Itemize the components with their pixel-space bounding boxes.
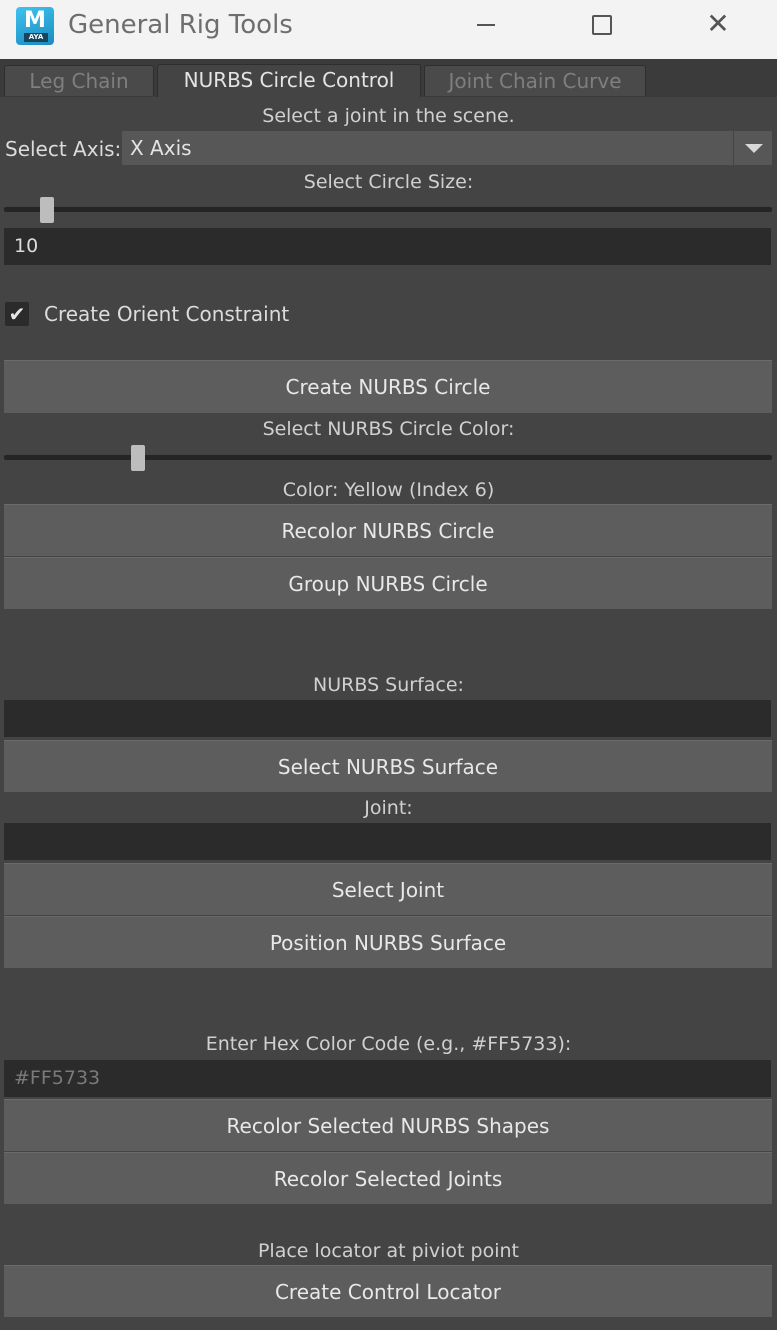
select-nurbs-surface-button[interactable]: Select NURBS Surface — [4, 740, 772, 792]
window-title: General Rig Tools — [68, 10, 293, 40]
circle-color-label: Select NURBS Circle Color: — [262, 418, 515, 440]
minimize-button[interactable] — [456, 0, 516, 50]
position-nurbs-surface-button[interactable]: Position NURBS Surface — [4, 916, 772, 968]
app-icon-badge: AYA — [24, 33, 48, 42]
circle-color-slider[interactable] — [4, 455, 772, 460]
hex-color-field[interactable]: #FF5733 — [4, 1060, 771, 1097]
circle-color-slider-handle[interactable] — [131, 445, 145, 471]
circle-size-slider-handle[interactable] — [40, 197, 54, 223]
orient-constraint-checkbox[interactable]: ✔ — [5, 302, 29, 326]
locator-label: Place locator at piviot point — [257, 1240, 520, 1262]
circle-size-slider[interactable] — [4, 207, 772, 212]
recolor-nurbs-circle-button[interactable]: Recolor NURBS Circle — [4, 504, 772, 556]
instruction-label: Select a joint in the scene. — [262, 105, 515, 127]
hex-color-label: Enter Hex Color Code (e.g., #FF5733): — [205, 1033, 572, 1055]
app-icon-letter: M — [24, 8, 46, 33]
axis-dropdown-value: X Axis — [130, 136, 192, 160]
title-bar: M AYA General Rig Tools ✕ — [0, 0, 777, 59]
maximize-button[interactable] — [571, 0, 631, 50]
nurbs-surface-field[interactable] — [4, 700, 771, 737]
group-nurbs-circle-button[interactable]: Group NURBS Circle — [4, 557, 772, 609]
create-control-locator-button[interactable]: Create Control Locator — [4, 1265, 772, 1317]
tab-strip: Leg Chain NURBS Circle Control Joint Cha… — [0, 59, 777, 97]
color-status-label: Color: Yellow (Index 6) — [282, 479, 495, 501]
close-button[interactable]: ✕ — [688, 0, 748, 50]
minimize-icon — [477, 24, 495, 26]
close-icon: ✕ — [706, 7, 730, 40]
axis-dropdown[interactable]: X Axis — [122, 131, 772, 165]
select-joint-button[interactable]: Select Joint — [4, 863, 772, 915]
circle-size-label: Select Circle Size: — [303, 171, 474, 193]
nurbs-surface-label: NURBS Surface: — [313, 674, 464, 696]
tab-leg-chain[interactable]: Leg Chain — [4, 65, 154, 96]
checkmark-icon: ✔ — [8, 302, 26, 326]
joint-label: Joint: — [364, 797, 413, 819]
joint-field[interactable] — [4, 823, 771, 860]
recolor-joints-button[interactable]: Recolor Selected Joints — [4, 1152, 772, 1204]
chevron-down-icon[interactable] — [733, 131, 772, 165]
tab-nurbs-circle-control[interactable]: NURBS Circle Control — [157, 64, 421, 97]
axis-label: Select Axis: — [5, 137, 122, 161]
recolor-nurbs-shapes-button[interactable]: Recolor Selected NURBS Shapes — [4, 1099, 772, 1151]
tab-joint-chain-curve[interactable]: Joint Chain Curve — [424, 65, 646, 96]
maximize-icon — [592, 15, 612, 35]
orient-constraint-label: Create Orient Constraint — [44, 302, 290, 326]
maya-app-icon: M AYA — [16, 7, 54, 45]
create-nurbs-circle-button[interactable]: Create NURBS Circle — [4, 360, 772, 413]
circle-size-field[interactable]: 10 — [4, 228, 771, 265]
